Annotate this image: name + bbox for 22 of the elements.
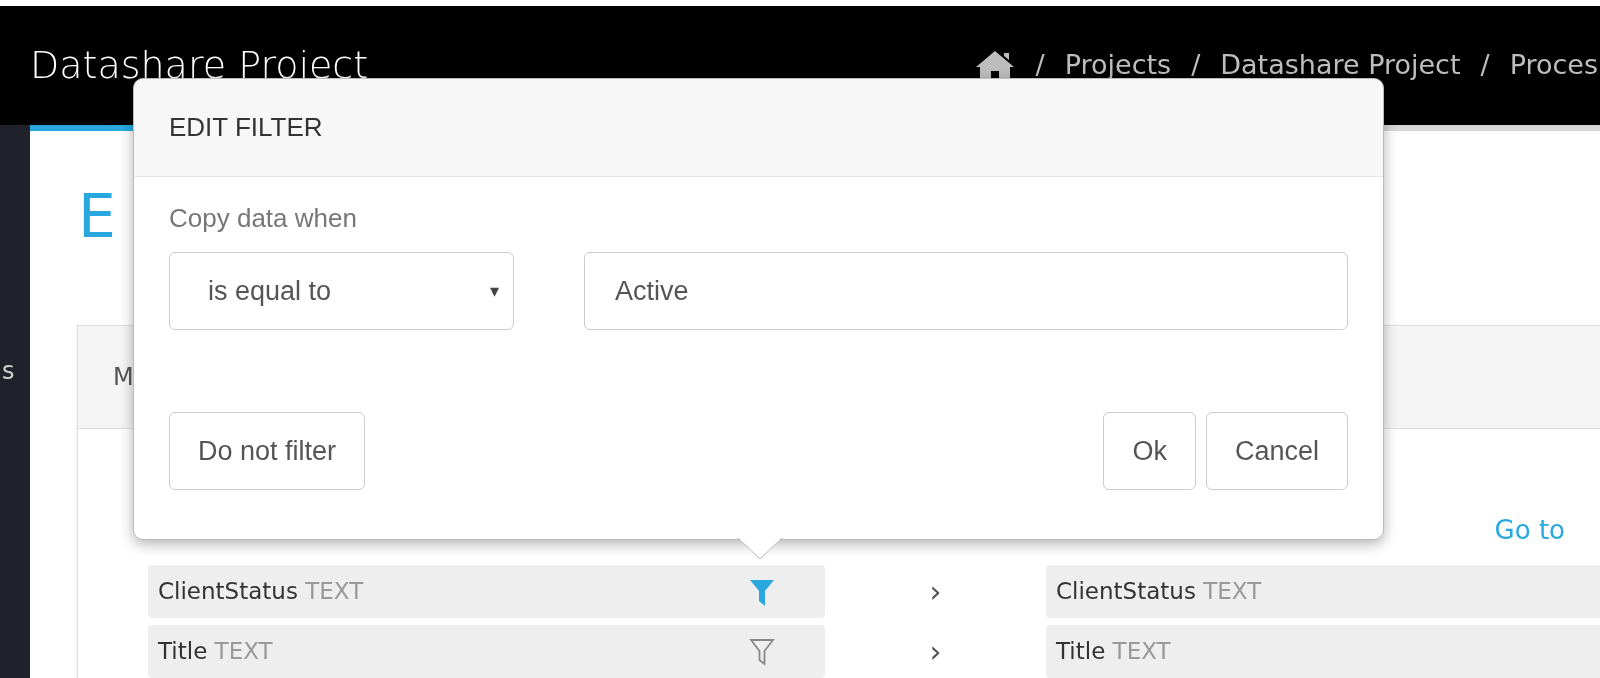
breadcrumb-separator: / bbox=[1035, 48, 1045, 83]
page-heading: E bbox=[78, 181, 116, 251]
field-cell: Title TEXT bbox=[148, 625, 825, 678]
breadcrumb-separator: / bbox=[1480, 48, 1490, 83]
breadcrumb-link[interactable]: Proces bbox=[1509, 45, 1598, 86]
dialog-button[interactable]: Ok bbox=[1103, 412, 1196, 490]
operator-select[interactable]: is equal to ▾ bbox=[169, 252, 514, 330]
chevron: › bbox=[929, 633, 942, 671]
filter-icon[interactable] bbox=[749, 636, 775, 667]
value-field[interactable]: Active bbox=[584, 252, 1348, 330]
card-tab[interactable]: M bbox=[113, 359, 134, 395]
field-label: Copy data when bbox=[169, 202, 357, 235]
chevron: › bbox=[929, 573, 942, 611]
sidebar-item[interactable]: s bbox=[2, 353, 15, 389]
dialog-title: EDIT FILTER bbox=[169, 111, 323, 144]
app-title: Datashare Project bbox=[30, 42, 369, 89]
dialog-button[interactable]: Cancel bbox=[1205, 412, 1348, 490]
breadcrumb-separator: / bbox=[1191, 48, 1201, 83]
field-cell: ClientStatus TEXT bbox=[148, 565, 825, 618]
field-cell: ClientStatus TEXT bbox=[1046, 565, 1600, 618]
field-cell: Title TEXT bbox=[1046, 625, 1600, 678]
dialog-button[interactable]: Do not filter bbox=[169, 412, 366, 490]
